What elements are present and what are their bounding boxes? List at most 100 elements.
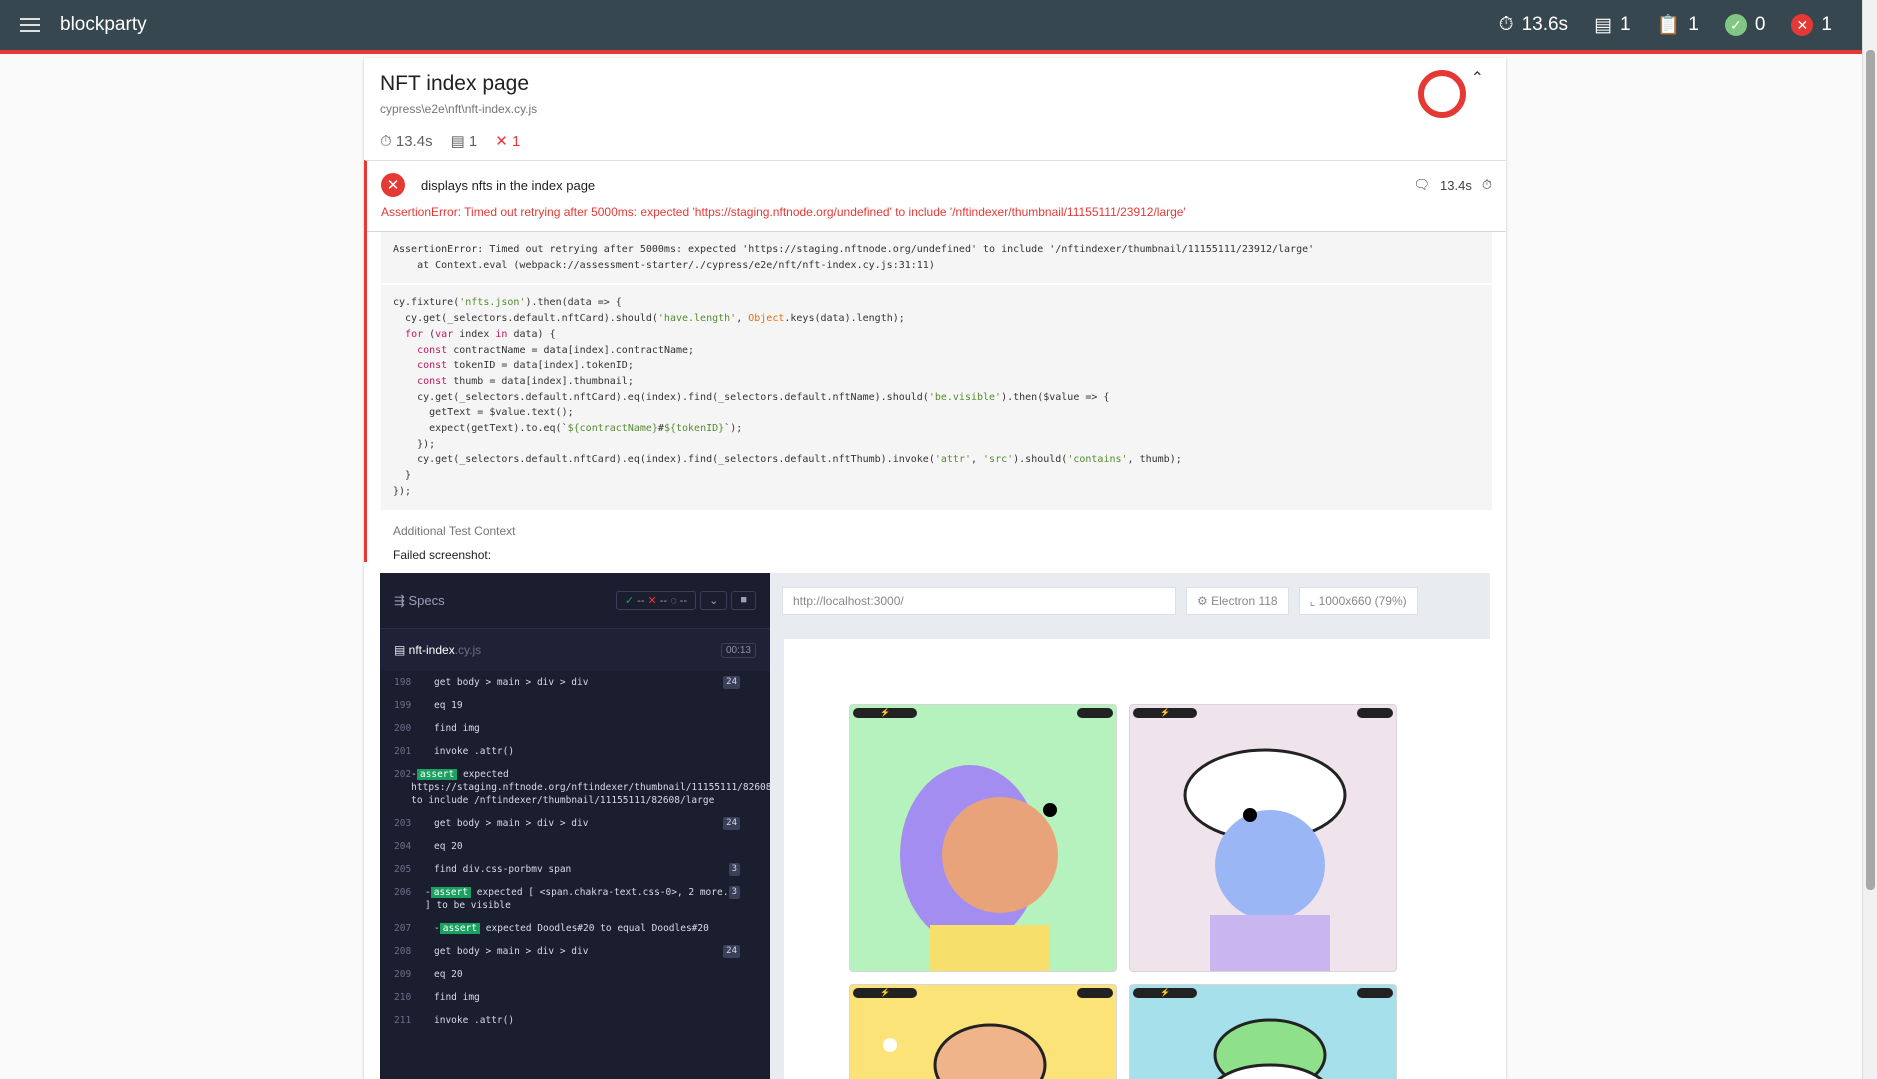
test-row[interactable]: ✕ displays nfts in the index page 🗨 13.4… xyxy=(367,161,1506,203)
gear-icon: ⚙ xyxy=(1197,594,1212,608)
log-line: 200 find img xyxy=(380,717,770,740)
test-meta: 🗨 13.4s ⏱ xyxy=(1414,177,1492,193)
chevron-down-icon: ⌄ xyxy=(700,591,728,610)
specs-icon: ⇶ xyxy=(394,592,409,608)
log-num: 207 xyxy=(394,923,412,934)
browser-name: Electron 118 xyxy=(1211,594,1278,608)
suite-title: NFT index page xyxy=(380,72,530,95)
tests-value: 1 xyxy=(1688,14,1699,35)
log-cmd: find img xyxy=(434,723,480,734)
log-cmd: eq 20 xyxy=(434,969,463,980)
viewport-size: 1000x660 (79%) xyxy=(1318,594,1407,608)
app-title: blockparty xyxy=(60,14,147,35)
suite-path: cypress\e2e\nft\nft-index.cy.js xyxy=(380,102,538,116)
spec-row: ▤ nft-index .cy.js 00:13 xyxy=(380,629,770,671)
log-line: 209 eq 20 xyxy=(380,963,770,986)
suite-header: NFT index page cypress\e2e\nft\nft-index… xyxy=(364,58,1506,160)
log-cmd: get body > main > div > div xyxy=(434,677,589,688)
log-line: 205 find div.css-porbmv span 3 xyxy=(380,858,770,881)
suites-stat: ▤ 1 xyxy=(1594,14,1631,37)
log-num: 201 xyxy=(394,746,412,757)
log-cmd: - assert expected Doodles#20 to equal Doo… xyxy=(434,923,709,934)
log-line: 201 invoke .attr() xyxy=(380,740,770,763)
chevron-up-icon[interactable]: ⌃ xyxy=(1471,68,1484,88)
log-line: 203 get body > main > div > div 24 xyxy=(380,812,770,835)
viewport-pill: ⌞ 1000x660 (79%) xyxy=(1298,587,1418,615)
nft-card: ⚡ xyxy=(1129,984,1397,1079)
nft-image xyxy=(1183,748,1347,971)
failure-chart-icon xyxy=(1418,70,1466,118)
log-num: 211 xyxy=(394,1015,412,1026)
nft-tag xyxy=(1077,988,1113,998)
nft-image xyxy=(900,765,1058,971)
log-num: 200 xyxy=(394,723,412,734)
nft-tag xyxy=(1357,708,1393,718)
file-icon: ▤ xyxy=(394,643,409,657)
assert-badge: assert xyxy=(416,769,458,780)
log-cmd: get body > main > div > div xyxy=(434,818,589,829)
log-line: 207 - assert expected Doodles#20 to equal … xyxy=(380,917,770,940)
aut-preview: http://localhost:3000/ ⚙ Electron 118 ⌞ … xyxy=(770,573,1490,1079)
browser-pill: ⚙ Electron 118 xyxy=(1186,587,1289,615)
duration-value: 13.6s xyxy=(1521,14,1569,35)
context-label: Additional Test Context xyxy=(393,523,516,538)
suite-tests-value: 1 xyxy=(468,133,478,150)
filter-status: ✓ -- ✕ -- ◌ -- xyxy=(615,591,697,610)
log-line: 206 - assert expected [ <span.chakra-text.… xyxy=(380,881,770,917)
test-error-message: AssertionError: Timed out retrying after… xyxy=(367,203,1506,232)
log-line: 208 get body > main > div > div 24 xyxy=(380,940,770,963)
close-icon: ✕ xyxy=(1791,14,1814,36)
nft-tag: ⚡ xyxy=(1133,708,1197,718)
suite-stats: ⏱ 13.4s ▤ 1 ✕ 1 xyxy=(380,132,1490,151)
browser-bar: http://localhost:3000/ ⚙ Electron 118 ⌞ … xyxy=(770,573,1490,629)
log-list: 198 get body > main > div > div 24 199 eq 1… xyxy=(380,671,806,1032)
log-num: 208 xyxy=(394,946,412,957)
scrollbar-thumb[interactable] xyxy=(1866,50,1875,890)
nft-tag: ⚡ xyxy=(853,988,917,998)
menu-icon[interactable] xyxy=(20,13,44,37)
assert-badge: assert xyxy=(430,887,472,898)
passed-stat[interactable]: ✓ 0 xyxy=(1724,14,1766,36)
log-num: 209 xyxy=(394,969,412,980)
clipboard-icon: 📋 xyxy=(1656,15,1681,36)
test-duration: 13.4s xyxy=(1440,177,1472,193)
stopwatch-icon: ⏱ xyxy=(1498,14,1514,35)
specs-label: Specs xyxy=(408,593,445,608)
fail-icon: ✕ xyxy=(381,173,405,197)
nft-tag: ⚡ xyxy=(1133,988,1197,998)
check-icon: ✓ xyxy=(1724,14,1747,36)
log-cmd: find div.css-porbmv span xyxy=(434,864,572,875)
log-count: 24 xyxy=(723,676,740,689)
failed-screenshot[interactable]: ⇶ Specs ✓ -- ✕ -- ◌ -- ⌄ ■ ▤ nft-index .… xyxy=(380,573,1490,1079)
spec-name: nft-index xyxy=(408,643,455,657)
app-bar: blockparty ⏱ 13.6s ▤ 1 📋 1 ✓ 0 ✕ 1 xyxy=(0,0,1862,54)
log-line: 204 eq 20 xyxy=(380,835,770,858)
log-cmd: invoke .attr() xyxy=(434,746,515,757)
log-cmd: invoke .attr() xyxy=(434,1015,515,1026)
page-scrollbar[interactable] xyxy=(1862,0,1877,1079)
passed-value: 0 xyxy=(1754,14,1766,35)
log-count: 3 xyxy=(728,863,740,876)
nft-tag: ⚡ xyxy=(853,708,917,718)
log-cmd: find img xyxy=(434,992,480,1003)
log-count: 24 xyxy=(723,945,740,958)
log-count: 3 xyxy=(728,886,740,899)
test-code: cy.fixture('nfts.json').then(data => { c… xyxy=(381,285,1492,510)
nft-tag xyxy=(1357,988,1393,998)
suite-failed-value: 1 xyxy=(512,133,521,150)
spec-time: 00:13 xyxy=(720,642,756,658)
suite-icon: ▤ xyxy=(1594,14,1613,36)
suite-duration-value: 13.4s xyxy=(395,132,433,150)
log-num: 210 xyxy=(394,992,412,1003)
log-cmd: eq 20 xyxy=(434,841,463,852)
log-line: 199 eq 19 xyxy=(380,694,770,717)
log-line: 210 find img xyxy=(380,986,770,1009)
nft-image xyxy=(883,1023,1047,1079)
log-num: 198 xyxy=(394,677,412,688)
nft-tag xyxy=(1077,708,1113,718)
comment-icon[interactable]: 🗨 xyxy=(1414,177,1431,193)
failed-stat[interactable]: ✕ 1 xyxy=(1791,14,1832,36)
viewport-icon: ⌞ xyxy=(1309,594,1319,608)
spec-ext: .cy.js xyxy=(454,643,482,657)
suite-tests: ▤ 1 xyxy=(450,133,478,150)
